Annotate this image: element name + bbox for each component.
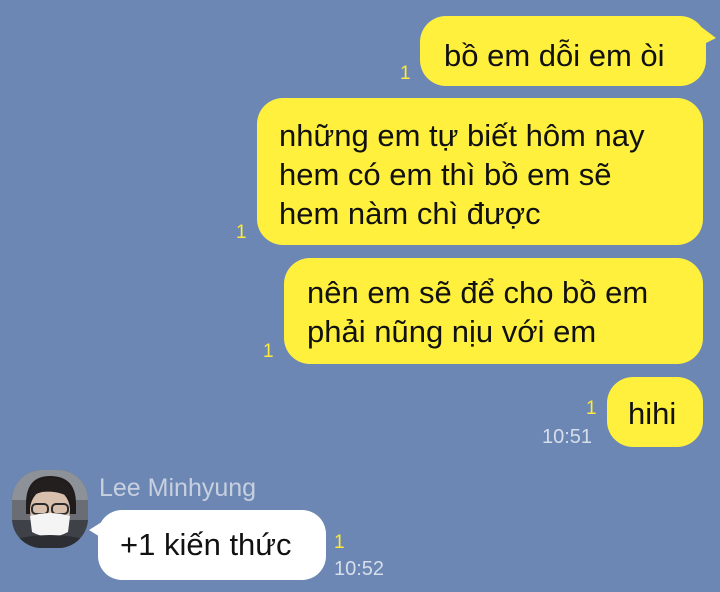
read-count: 1 [400, 63, 411, 84]
avatar[interactable] [12, 470, 88, 548]
chat-screen: 1 bồ em dỗi em òi 1 những em tự biết hôm… [0, 0, 720, 592]
message-bubble-outgoing[interactable]: bồ em dỗi em òi [420, 16, 716, 86]
read-count: 1 [334, 532, 345, 553]
message-bubble-incoming[interactable]: +1 kiến thức [89, 510, 326, 580]
message-timestamp: 10:51 [542, 426, 593, 448]
read-count: 1 [263, 341, 274, 362]
sender-name[interactable]: Lee Minhyung [99, 474, 256, 502]
message-timestamp: 10:52 [334, 558, 385, 580]
message-bubble-outgoing[interactable]: nên em sẽ để cho bồ em phải nũng nịu với… [284, 258, 703, 364]
read-count: 1 [586, 398, 597, 419]
message-bubble-outgoing[interactable]: những em tự biết hôm nay hem có em thì b… [257, 98, 703, 245]
profile-photo-icon [12, 470, 88, 548]
read-count: 1 [236, 222, 247, 243]
message-bubble-outgoing[interactable]: hihi [607, 377, 703, 447]
